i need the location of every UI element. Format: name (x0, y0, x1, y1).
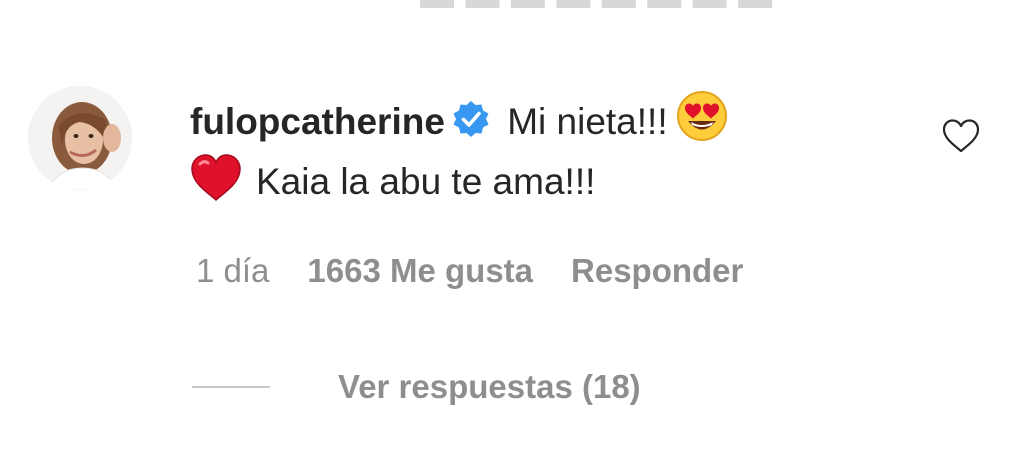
comment-meta: 1 día 1663 Me gusta Responder (196, 252, 781, 290)
reply-button[interactable]: Responder (571, 252, 743, 289)
comment: fulopcatherine Mi nieta!!! Kaia la abu t… (0, 0, 1024, 462)
username-link[interactable]: fulopcatherine (190, 101, 445, 142)
replies-divider (192, 386, 270, 388)
comment-time[interactable]: 1 día (196, 252, 269, 289)
comment-text-part1: Mi nieta!!! (507, 101, 668, 142)
comment-text-part2: Kaia la abu te ama!!! (256, 161, 596, 202)
avatar[interactable] (28, 86, 132, 190)
view-replies-button[interactable]: Ver respuestas (18) (338, 362, 641, 412)
verified-badge-icon (451, 97, 491, 137)
heart-icon[interactable] (941, 118, 981, 154)
heart-eyes-emoji-icon (676, 90, 728, 142)
likes-count-button[interactable]: 1663 Me gusta (307, 252, 533, 289)
red-heart-emoji-icon (190, 154, 242, 202)
comment-text: fulopcatherine Mi nieta!!! Kaia la abu t… (190, 90, 890, 212)
